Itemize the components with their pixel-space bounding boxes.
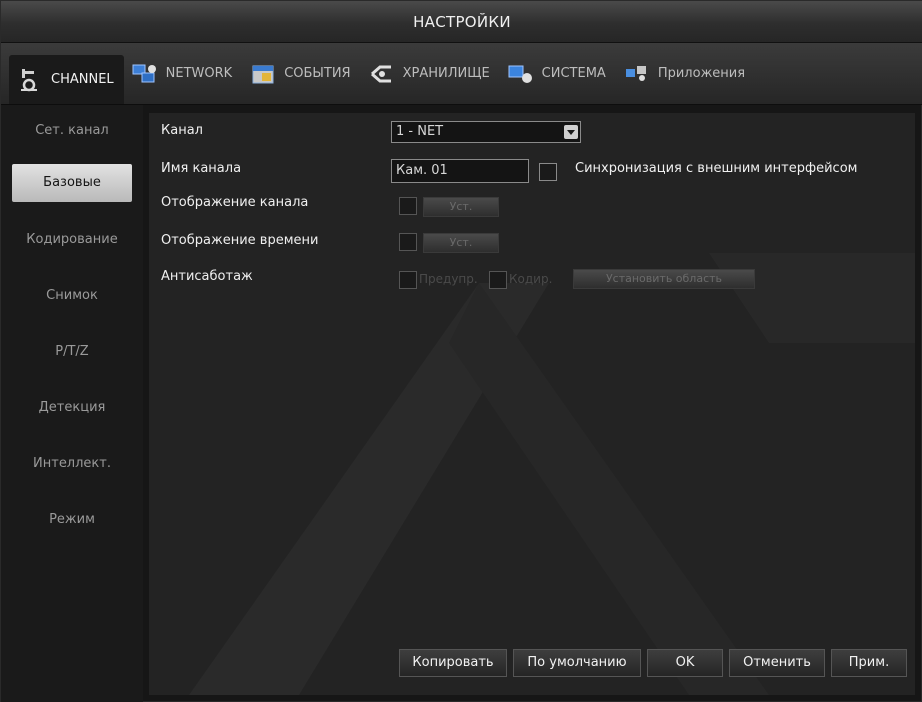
system-icon xyxy=(508,62,534,86)
calendar-icon xyxy=(250,62,276,86)
sidebar-item-network-channel[interactable]: Сет. канал xyxy=(1,105,143,155)
show-time-label: Отображение времени xyxy=(161,233,319,248)
tab-label: NETWORK xyxy=(165,66,233,81)
antisabotage-code-label: Кодир. xyxy=(509,272,553,286)
settings-window: НАСТРОЙКИ CHANNEL NETWORK СОБЫТИЯ ХРАНИЛ… xyxy=(0,0,922,702)
apps-icon xyxy=(624,62,650,86)
antisabotage-code-checkbox[interactable] xyxy=(489,271,507,289)
sidebar-item-snapshot[interactable]: Снимок xyxy=(1,267,143,323)
set-area-button[interactable]: Установить область xyxy=(573,269,755,289)
tab-label: ХРАНИЛИЩЕ xyxy=(402,66,490,81)
default-button[interactable]: По умолчанию xyxy=(513,649,641,677)
antisabotage-warn-label: Предупр. xyxy=(419,272,478,286)
storage-icon xyxy=(369,62,395,86)
ok-button[interactable]: OK xyxy=(647,649,723,677)
tab-system[interactable]: СИСТЕМА xyxy=(500,51,616,97)
channel-name-label: Имя канала xyxy=(161,161,242,176)
show-time-checkbox[interactable] xyxy=(399,233,417,251)
tab-label: Приложения xyxy=(657,66,746,81)
show-channel-set-button[interactable]: Уст. xyxy=(423,197,499,217)
antisabotage-label: Антисаботаж xyxy=(161,269,253,284)
main-tab-bar: CHANNEL NETWORK СОБЫТИЯ ХРАНИЛИЩЕ СИСТЕМ… xyxy=(1,43,922,105)
sync-label: Синхронизация с внешним интерфейсом xyxy=(575,161,858,176)
tab-apps[interactable]: Приложения xyxy=(616,51,755,97)
sidebar-item-ptz[interactable]: P/T/Z xyxy=(1,323,143,379)
tab-storage[interactable]: ХРАНИЛИЩЕ xyxy=(361,51,500,97)
settings-panel: Канал 1 - NET Имя канала Кам. 01 Синхрон… xyxy=(149,113,915,695)
channel-select[interactable]: 1 - NET xyxy=(391,121,581,143)
network-icon xyxy=(132,62,158,86)
apply-button[interactable]: Прим. xyxy=(831,649,907,677)
channel-name-input[interactable]: Кам. 01 xyxy=(391,159,529,183)
sidebar-item-intelligence[interactable]: Интеллект. xyxy=(1,435,143,491)
antisabotage-warn-checkbox[interactable] xyxy=(399,271,417,289)
show-time-set-button[interactable]: Уст. xyxy=(423,233,499,253)
tab-label: СОБЫТИЯ xyxy=(284,66,351,81)
show-channel-label: Отображение канала xyxy=(161,195,309,210)
copy-button[interactable]: Копировать xyxy=(399,649,507,677)
chevron-down-icon xyxy=(564,125,578,139)
channel-label: Канал xyxy=(161,123,203,138)
window-title: НАСТРОЙКИ xyxy=(413,12,511,31)
show-channel-checkbox[interactable] xyxy=(399,197,417,215)
title-bar: НАСТРОЙКИ xyxy=(1,1,922,43)
tab-network[interactable]: NETWORK xyxy=(124,51,243,97)
tab-channel[interactable]: CHANNEL xyxy=(9,54,124,104)
camera-icon xyxy=(17,68,43,92)
settings-sidebar: Сет. канал Базовые Кодирование Снимок P/… xyxy=(1,105,143,702)
sidebar-item-encoding[interactable]: Кодирование xyxy=(1,211,143,267)
tab-events[interactable]: СОБЫТИЯ xyxy=(242,51,360,97)
tab-label: СИСТЕМА xyxy=(541,66,606,81)
tab-label: CHANNEL xyxy=(51,72,114,87)
sidebar-item-detection[interactable]: Детекция xyxy=(1,379,143,435)
sync-checkbox[interactable] xyxy=(539,163,557,181)
sidebar-item-mode[interactable]: Режим xyxy=(1,491,143,547)
cancel-button[interactable]: Отменить xyxy=(729,649,825,677)
sidebar-item-basic[interactable]: Базовые xyxy=(1,155,143,211)
